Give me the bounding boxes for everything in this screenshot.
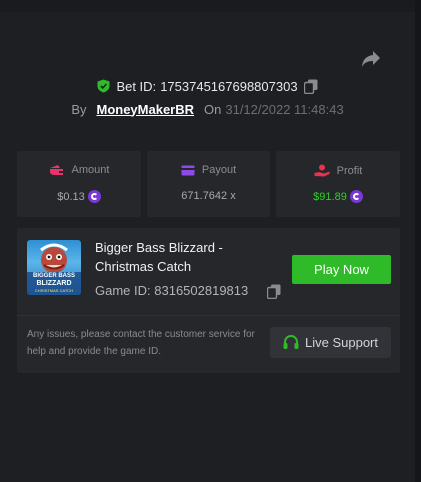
bet-details-panel: Bet ID: 1753745167698807303 By MoneyMake…	[0, 0, 415, 482]
game-thumbnail[interactable]: BIGGER BASS BLIZZARD CHRISTMAS CATCH	[27, 240, 81, 295]
divider	[17, 315, 400, 316]
stat-profit-label: Profit	[336, 164, 363, 177]
stat-payout-value: 671.7642 x	[181, 190, 236, 202]
card-icon	[181, 165, 195, 175]
thumbnail-title-line3: CHRISTMAS CATCH	[34, 288, 74, 293]
stat-amount-label: Amount	[71, 164, 110, 176]
by-label: By	[71, 101, 87, 117]
stat-amount: Amount $0.13	[17, 151, 141, 217]
stat-profit-value: $91.89	[313, 190, 347, 203]
share-icon[interactable]	[361, 50, 381, 68]
game-card: BIGGER BASS BLIZZARD CHRISTMAS CATCH Big…	[17, 228, 400, 373]
wallet-icon	[49, 165, 63, 175]
game-title[interactable]: Bigger Bass Blizzard - Christmas Catch	[95, 238, 255, 276]
thumbnail-title-line2: BLIZZARD	[36, 280, 72, 287]
live-support-button[interactable]: Live Support	[270, 327, 391, 358]
copy-bet-id-icon[interactable]	[303, 79, 318, 94]
coin-icon	[349, 190, 363, 203]
stat-amount-value: $0.13	[57, 190, 85, 203]
bet-id-value: 1753745167698807303	[160, 78, 298, 94]
bet-id-row: Bet ID: 1753745167698807303	[0, 77, 415, 95]
headset-icon	[283, 335, 299, 349]
game-id-row: Game ID: 8316502819813	[95, 283, 248, 298]
bet-id-label: Bet ID:	[116, 78, 157, 94]
game-id-value: 8316502819813	[154, 283, 249, 298]
stat-payout: Payout 671.7642 x	[147, 151, 270, 217]
stat-payout-label: Payout	[201, 164, 237, 176]
thumbnail-title-line1: BIGGER BASS	[32, 273, 75, 279]
bet-date: 31/12/2022 11:48:43	[225, 101, 344, 117]
support-message: Any issues, please contact the customer …	[27, 329, 255, 357]
bet-author-row: By MoneyMakerBR On 31/12/2022 11:48:43	[0, 100, 415, 118]
verified-shield-icon	[97, 79, 110, 93]
copy-game-id-icon[interactable]	[267, 284, 281, 299]
play-now-button[interactable]: Play Now	[292, 255, 391, 284]
on-label: On	[204, 101, 222, 117]
stats-row: Amount $0.13 Payout 671.7642 x Profit $9…	[17, 151, 400, 217]
top-edge	[0, 0, 415, 12]
live-support-label: Live Support	[305, 335, 378, 350]
game-id-label: Game ID:	[95, 283, 151, 298]
coin-icon	[87, 190, 101, 203]
stat-profit: Profit $91.89	[276, 151, 400, 217]
username-link[interactable]: MoneyMakerBR	[96, 102, 194, 117]
profit-hand-icon	[314, 164, 330, 177]
scrollbar[interactable]	[415, 0, 421, 482]
